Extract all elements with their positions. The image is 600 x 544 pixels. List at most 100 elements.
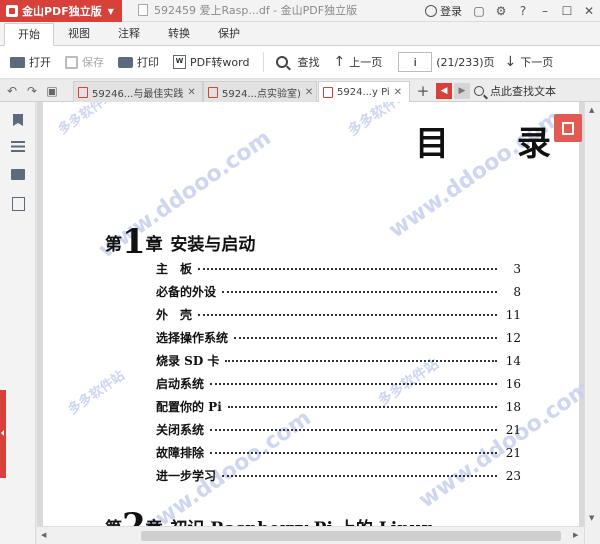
scroll-up-icon[interactable]: ▲ [589,106,594,114]
window-title-text: 592459 爱上Rasp...df - 金山PDF独立版 [154,4,358,17]
window-title: 592459 爱上Rasp...df - 金山PDF独立版 [138,0,357,22]
toc-leader [227,406,497,408]
document-tab-2[interactable]: 5924...点实验室) ✕ [203,81,317,102]
tab-view[interactable]: 视图 [54,23,104,45]
comment-icon[interactable] [10,166,26,182]
toc-entry-label: 必备的外设 [156,285,217,299]
ribbon-tabs: 开始 视图 注释 转换 保护 [0,22,600,46]
page-thumbnail-icon[interactable] [10,196,26,212]
help-icon[interactable]: ? [512,0,534,22]
scrollbar-thumb[interactable] [141,531,561,541]
arrow-down-icon: ↓ [504,54,517,70]
toc-entry[interactable]: 主 板 3 [156,260,521,279]
toc-entry[interactable]: 启动系统 16 [156,375,521,394]
toc-entry[interactable]: 进一步学习 23 [156,467,521,486]
toc-entry-label: 主 板 [156,262,193,276]
toc-entry[interactable]: 故障排除 21 [156,444,521,463]
outline-icon[interactable] [10,138,26,154]
watermark-text: 多多软件站 [55,102,118,138]
app-menu-button[interactable]: 金山PDF独立版 ▼ [0,0,122,22]
bookmark-icon[interactable] [10,112,26,128]
sidebar-collapse-handle[interactable] [0,390,6,478]
toc-leader [234,337,497,339]
document-viewport: 多多软件站 www.ddooo.com 多多软件站 www.ddooo.com … [37,102,600,544]
main-toolbar: 打开 保存 打印 W PDF转word 查找 ↑上一页 (21/233)页 ↓下一… [0,46,600,79]
login-button[interactable]: 登录 [425,3,462,19]
pdf-file-icon [138,4,148,16]
app-logo-icon [6,5,18,17]
toc-leader [210,383,497,385]
page-suffix: 页 [483,56,495,69]
quick-save-icon[interactable]: ▣ [42,80,62,102]
document-tab-label: 5924...y Pi [337,87,390,98]
prev-page-button[interactable]: ↑ 上一页 [333,54,382,70]
toc-entry[interactable]: 选择操作系统 12 [156,329,521,348]
tab-annotate[interactable]: 注释 [104,23,154,45]
close-tab-icon[interactable]: ✕ [305,87,313,98]
toc-leader [198,268,497,270]
page-number-input[interactable] [398,52,433,72]
maximize-icon[interactable]: ☐ [556,0,578,22]
close-tab-icon[interactable]: ✕ [187,87,195,98]
tab-protect[interactable]: 保护 [204,23,254,45]
toc-leader [210,452,497,454]
chapter-suffix: 章 [145,235,163,255]
toc-leader [198,314,497,316]
toc-entry-page: 11 [505,308,521,322]
caret-down-icon: ▼ [107,6,114,16]
toc-entry-page: 14 [505,354,521,368]
find-text-box[interactable]: 点此查找文本 [474,80,556,102]
convert-icon [562,121,574,135]
new-tab-icon[interactable]: + [414,80,432,102]
next-page-button[interactable]: ↓ 下一页 [505,54,554,70]
tab-scroll-left-icon[interactable]: ◀ [436,83,452,99]
close-tab-icon[interactable]: ✕ [394,87,402,98]
save-icon [65,55,78,69]
settings-icon[interactable]: ⚙ [490,0,512,22]
next-page-label: 下一页 [520,56,554,69]
toc-entry-label: 外 壳 [156,308,193,322]
save-label: 保存 [82,56,104,69]
tab-start[interactable]: 开始 [4,23,54,46]
skin-icon[interactable]: ▢ [468,0,490,22]
toc-entry[interactable]: 烧录 SD 卡 14 [156,352,521,371]
toc-entry-label: 选择操作系统 [156,331,229,345]
toc-entry-page: 3 [513,262,521,276]
chapter-number: 1 [122,222,146,262]
toc-entry[interactable]: 配置你的 Pi 18 [156,398,521,417]
find-button[interactable]: 查找 [276,54,319,70]
toc-entry[interactable]: 必备的外设 8 [156,283,521,302]
app-name: 金山PDF独立版 [22,5,102,18]
document-tab-bar: ↶ ↷ ▣ 59246...与最佳实践 ✕ 5924...点实验室) ✕ 5924.… [0,80,600,103]
user-icon [425,5,437,17]
toc-entry-label: 配置你的 Pi [156,400,222,414]
chapter-heading: 第1章 安装与启动 [105,222,255,262]
scroll-down-icon[interactable]: ▼ [589,514,594,522]
scroll-left-icon[interactable]: ◀ [41,531,46,539]
pdf-file-icon [208,86,218,98]
pdf-to-word-button[interactable]: W PDF转word [173,54,249,70]
scroll-right-icon[interactable]: ▶ [573,531,578,539]
floating-convert-button[interactable] [554,114,582,142]
print-button[interactable]: 打印 [118,54,159,70]
open-button[interactable]: 打开 [10,54,51,70]
close-icon[interactable]: ✕ [578,0,600,22]
document-tab-3[interactable]: 5924...y Pi ✕ [318,81,410,103]
tab-convert[interactable]: 转换 [154,23,204,45]
tab-scroll-right-icon[interactable]: ▶ [454,83,470,99]
minimize-icon[interactable]: – [534,0,556,22]
toc-entry-label: 启动系统 [156,377,205,391]
toc-entry-label: 烧录 SD 卡 [156,354,220,368]
redo-icon[interactable]: ↷ [22,80,42,102]
document-tab-1[interactable]: 59246...与最佳实践 ✕ [73,81,203,102]
toc-entry[interactable]: 外 壳 11 [156,306,521,325]
toc-entry[interactable]: 关闭系统 21 [156,421,521,440]
document-tab-label: 5924...点实验室) [222,88,301,100]
save-button[interactable]: 保存 [65,54,104,70]
undo-icon[interactable]: ↶ [2,80,22,102]
find-label: 查找 [297,56,320,69]
toc-entry-page: 12 [505,331,521,345]
horizontal-scrollbar[interactable]: ◀ ▶ [37,526,584,544]
toc-entry-label: 关闭系统 [156,423,205,437]
vertical-scrollbar[interactable]: ▲ ▼ [584,102,600,544]
